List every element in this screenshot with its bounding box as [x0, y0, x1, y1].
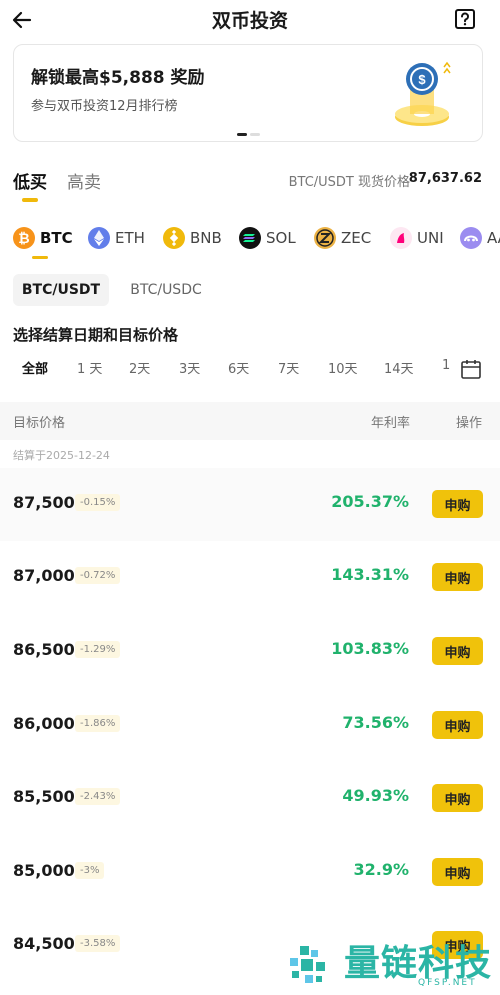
header-bar: 双币投资	[0, 0, 500, 40]
target-price: 84,500	[13, 934, 75, 953]
coin-indicator	[32, 256, 48, 259]
calendar-icon[interactable]	[459, 357, 483, 381]
price-diff-badge: -0.15%	[75, 494, 121, 511]
column-apr[interactable]: 年利率	[371, 412, 410, 431]
date-chip-7d[interactable]: 7天	[278, 358, 299, 377]
date-chip-3d[interactable]: 3天	[179, 358, 200, 377]
settlement-date-label: 结算于2025-12-24	[13, 449, 110, 462]
watermark: 量链科技 QFSP.NET	[278, 930, 500, 995]
apr-value: 103.83%	[331, 639, 409, 658]
banner-title: 解锁最高$5,888 奖励	[31, 68, 205, 88]
bnb-icon	[163, 227, 185, 249]
svg-text:$: $	[418, 72, 426, 87]
price-diff-badge: -0.72%	[75, 567, 121, 584]
date-chip-all[interactable]: 全部	[22, 358, 48, 377]
price-diff-badge: -1.86%	[75, 715, 121, 732]
target-price: 86,000	[13, 714, 75, 733]
coin-selector: ₿ BTC ETH BNB SOL ZEC UNI A	[0, 220, 500, 256]
date-chip-more[interactable]: 1	[442, 358, 450, 373]
carousel-indicator	[237, 133, 260, 136]
table-row[interactable]: 87,500 -0.15% 205.37% 申购	[0, 468, 500, 541]
column-action: 操作	[455, 416, 482, 431]
coin-btc[interactable]: ₿ BTC	[13, 226, 73, 250]
table-row[interactable]: 86,500 -1.29% 103.83% 申购	[0, 615, 500, 688]
svg-text:₿: ₿	[18, 230, 29, 246]
table-row[interactable]: 85,000 -3% 32.9% 申购	[0, 836, 500, 909]
date-chip-10d[interactable]: 10天	[328, 358, 358, 377]
page-title: 双币投资	[211, 10, 288, 32]
apr-value: 143.31%	[331, 565, 409, 584]
coin-aave[interactable]: AAVE	[460, 226, 500, 250]
settlement-date-filter: 全部 1 天 2天 3天 6天 7天 10天 14天 1	[0, 352, 455, 384]
sol-icon	[239, 227, 261, 249]
price-diff-badge: -3.58%	[75, 935, 121, 952]
subscribe-button[interactable]: 申购	[432, 858, 483, 886]
apr-value: 205.37%	[331, 492, 409, 511]
coin-sol[interactable]: SOL	[239, 226, 296, 250]
watermark-subtext: QFSP.NET	[418, 978, 477, 988]
subscribe-button[interactable]: 申购	[432, 563, 483, 591]
eth-icon	[88, 227, 110, 249]
target-price: 87,500	[13, 493, 75, 512]
coin-zec[interactable]: ZEC	[314, 226, 371, 250]
target-price: 85,000	[13, 861, 75, 880]
usdc-coin-icon: $	[395, 61, 451, 126]
coin-uni[interactable]: UNI	[390, 226, 444, 250]
promo-banner[interactable]: 解锁最高$5,888 奖励 参与双币投资12月排行榜 $	[13, 44, 483, 142]
tab-sell-high[interactable]: 高卖	[67, 168, 101, 193]
help-icon[interactable]	[454, 8, 476, 30]
subscribe-button[interactable]: 申购	[432, 490, 483, 518]
apr-value: 32.9%	[353, 860, 409, 879]
tab-indicator	[22, 198, 38, 202]
banner-subtitle: 参与双币投资12月排行榜	[31, 99, 178, 114]
subscribe-button[interactable]: 申购	[432, 637, 483, 665]
coin-label: AAVE	[487, 229, 500, 247]
pair-btc-usdc[interactable]: BTC/USDC	[118, 274, 214, 306]
carousel-dot	[237, 133, 247, 136]
date-chip-2d[interactable]: 2天	[129, 358, 150, 377]
column-target-price: 目标价格	[13, 416, 66, 431]
price-diff-badge: -1.29%	[75, 641, 121, 658]
price-diff-badge: -2.43%	[75, 788, 121, 805]
spot-price-value: 87,637.62	[408, 171, 482, 186]
date-chip-6d[interactable]: 6天	[228, 358, 249, 377]
watermark-logo-icon	[282, 940, 334, 992]
target-price: 87,000	[13, 566, 75, 585]
uni-icon	[390, 227, 412, 249]
price-diff-badge: -3%	[75, 862, 105, 879]
coin-label: ETH	[115, 229, 145, 247]
aave-icon	[460, 227, 482, 249]
date-chip-1d[interactable]: 1 天	[77, 358, 102, 377]
table-row[interactable]: 86,000 -1.86% 73.56% 申购	[0, 689, 500, 762]
coin-label: BNB	[190, 229, 222, 247]
table-row[interactable]: 87,000 -0.72% 143.31% 申购	[0, 541, 500, 614]
zec-icon	[314, 227, 336, 249]
section-title: 选择结算日期和目标价格	[13, 326, 179, 344]
table-header: 目标价格 年利率 操作	[0, 402, 500, 440]
subscribe-button[interactable]: 申购	[432, 711, 483, 739]
coin-label: SOL	[266, 229, 296, 247]
date-chip-14d[interactable]: 14天	[384, 358, 414, 377]
table-row[interactable]: 85,500 -2.43% 49.93% 申购	[0, 762, 500, 835]
tab-buy-low[interactable]: 低买	[13, 168, 47, 193]
coin-bnb[interactable]: BNB	[163, 226, 222, 250]
btc-icon: ₿	[13, 227, 35, 249]
carousel-dot	[250, 133, 260, 136]
apr-value: 49.93%	[342, 786, 409, 805]
coin-label: UNI	[417, 229, 444, 247]
subscribe-button[interactable]: 申购	[432, 784, 483, 812]
target-price: 86,500	[13, 640, 75, 659]
spot-price-label: BTC/USDT 现货价格	[288, 175, 410, 190]
coin-eth[interactable]: ETH	[88, 226, 145, 250]
apr-value: 73.56%	[342, 713, 409, 732]
coin-label: BTC	[40, 229, 73, 247]
coin-label: ZEC	[341, 229, 372, 247]
target-price: 85,500	[13, 787, 75, 806]
pair-btc-usdt[interactable]: BTC/USDT	[13, 274, 109, 306]
